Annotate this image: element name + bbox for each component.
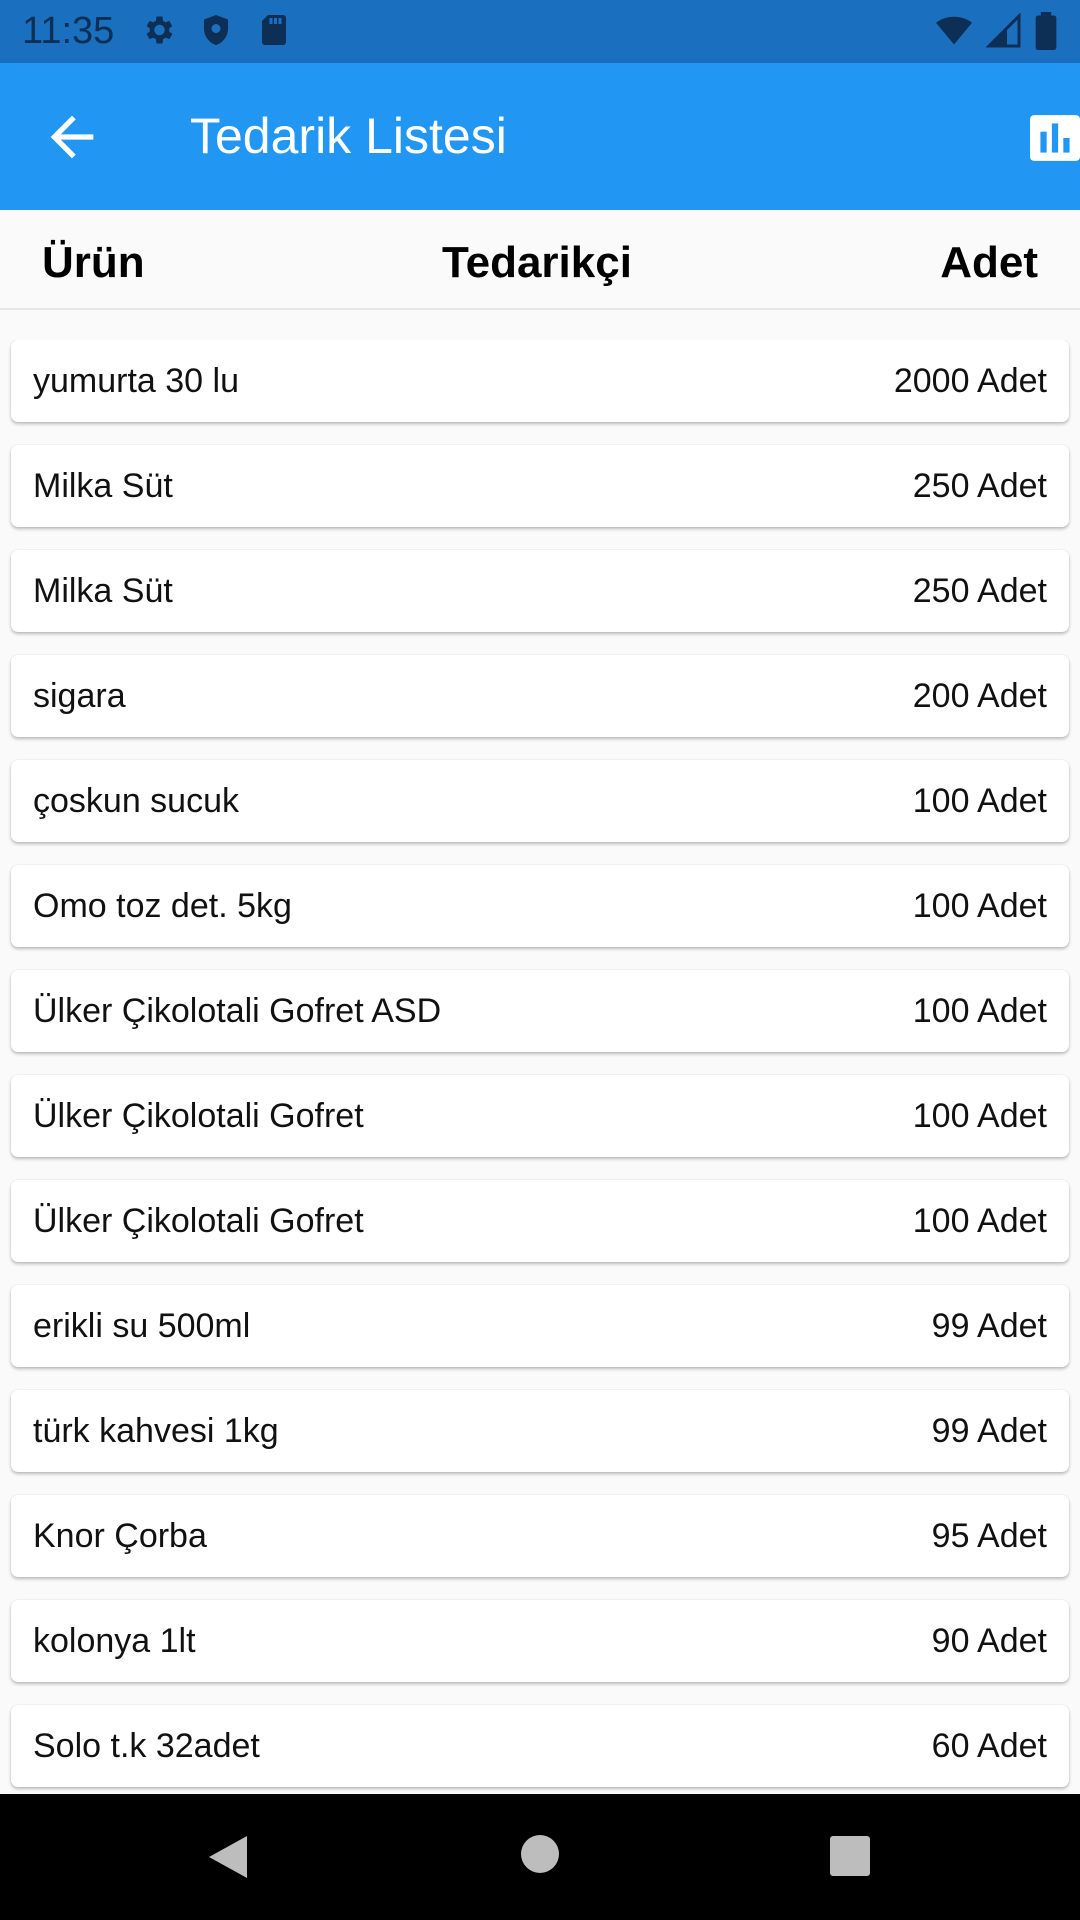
item-name: Ülker Çikolotali Gofret bbox=[33, 1097, 364, 1135]
arrow-back-icon bbox=[50, 115, 94, 159]
list-item[interactable]: Knor Çorba 95 Adet bbox=[11, 1495, 1069, 1577]
item-quantity: 200 Adet bbox=[912, 677, 1047, 715]
item-quantity: 60 Adet bbox=[931, 1727, 1047, 1765]
column-header: Ürün Tedarikçi Adet bbox=[0, 210, 1080, 310]
item-quantity: 2000 Adet bbox=[893, 362, 1047, 400]
item-name: erikli su 500ml bbox=[33, 1307, 251, 1345]
item-quantity: 100 Adet bbox=[912, 887, 1047, 925]
item-name: Ülker Çikolotali Gofret bbox=[33, 1202, 364, 1240]
item-quantity: 95 Adet bbox=[931, 1517, 1047, 1555]
shield-icon bbox=[204, 15, 228, 45]
bar-chart-icon bbox=[1030, 115, 1080, 161]
item-quantity: 100 Adet bbox=[912, 782, 1047, 820]
column-quantity: Adet bbox=[940, 238, 1038, 287]
list-item[interactable]: Milka Süt 250 Adet bbox=[11, 550, 1069, 632]
list-item[interactable]: Solo t.k 32adet 60 Adet bbox=[11, 1705, 1069, 1787]
item-name: sigara bbox=[33, 677, 126, 715]
column-product: Ürün bbox=[42, 238, 145, 287]
back-button[interactable] bbox=[40, 105, 104, 169]
list-item[interactable]: Omo toz det. 5kg 100 Adet bbox=[11, 865, 1069, 947]
item-quantity: 100 Adet bbox=[912, 1097, 1047, 1135]
nav-back-icon bbox=[209, 1836, 247, 1878]
status-icons-left bbox=[140, 12, 292, 48]
item-quantity: 250 Adet bbox=[912, 467, 1047, 505]
list-item[interactable]: çoskun sucuk 100 Adet bbox=[11, 760, 1069, 842]
item-name: yumurta 30 lu bbox=[33, 362, 239, 400]
item-name: Solo t.k 32adet bbox=[33, 1727, 260, 1765]
list-item[interactable]: kolonya 1lt 90 Adet bbox=[11, 1600, 1069, 1682]
list-item[interactable]: Ülker Çikolotali Gofret ASD 100 Adet bbox=[11, 970, 1069, 1052]
list-item[interactable]: Ülker Çikolotali Gofret 100 Adet bbox=[11, 1180, 1069, 1262]
item-quantity: 250 Adet bbox=[912, 572, 1047, 610]
list-item[interactable]: yumurta 30 lu 2000 Adet bbox=[11, 340, 1069, 422]
list-item[interactable]: Milka Süt 250 Adet bbox=[11, 445, 1069, 527]
wifi-icon bbox=[936, 16, 972, 45]
nav-home-button[interactable] bbox=[520, 1834, 560, 1879]
status-bar: 11:35 bbox=[0, 0, 1080, 63]
column-supplier: Tedarikçi bbox=[442, 238, 632, 287]
signal-icon bbox=[986, 13, 1021, 48]
status-time: 11:35 bbox=[22, 10, 115, 52]
list-item[interactable]: türk kahvesi 1kg 99 Adet bbox=[11, 1390, 1069, 1472]
nav-home-icon bbox=[521, 1835, 559, 1873]
item-name: Milka Süt bbox=[33, 572, 173, 610]
item-quantity: 90 Adet bbox=[931, 1622, 1047, 1660]
list-item[interactable]: Ülker Çikolotali Gofret 100 Adet bbox=[11, 1075, 1069, 1157]
item-name: Knor Çorba bbox=[33, 1517, 207, 1555]
item-name: kolonya 1lt bbox=[33, 1622, 196, 1660]
list-item[interactable]: erikli su 500ml 99 Adet bbox=[11, 1285, 1069, 1367]
battery-icon bbox=[1035, 12, 1057, 50]
item-quantity: 99 Adet bbox=[931, 1307, 1047, 1345]
item-name: Milka Süt bbox=[33, 467, 173, 505]
page-title: Tedarik Listesi bbox=[190, 108, 507, 164]
item-name: Omo toz det. 5kg bbox=[33, 887, 292, 925]
item-name: türk kahvesi 1kg bbox=[33, 1412, 279, 1450]
nav-recents-button[interactable] bbox=[830, 1836, 870, 1881]
sd-card-icon bbox=[262, 15, 286, 45]
item-quantity: 100 Adet bbox=[912, 992, 1047, 1030]
chart-button[interactable] bbox=[1030, 113, 1080, 163]
item-quantity: 99 Adet bbox=[931, 1412, 1047, 1450]
nav-recents-icon bbox=[830, 1836, 870, 1876]
app-bar: Tedarik Listesi bbox=[0, 63, 1080, 210]
item-quantity: 100 Adet bbox=[912, 1202, 1047, 1240]
nav-back-button[interactable] bbox=[205, 1832, 251, 1887]
item-name: çoskun sucuk bbox=[33, 782, 239, 820]
item-name: Ülker Çikolotali Gofret ASD bbox=[33, 992, 442, 1030]
status-icons-right bbox=[934, 12, 1058, 50]
supply-list[interactable]: yumurta 30 lu 2000 Adet Milka Süt 250 Ad… bbox=[0, 340, 1080, 1794]
gear-icon bbox=[146, 16, 173, 44]
system-nav-bar bbox=[0, 1794, 1080, 1920]
list-item[interactable]: sigara 200 Adet bbox=[11, 655, 1069, 737]
